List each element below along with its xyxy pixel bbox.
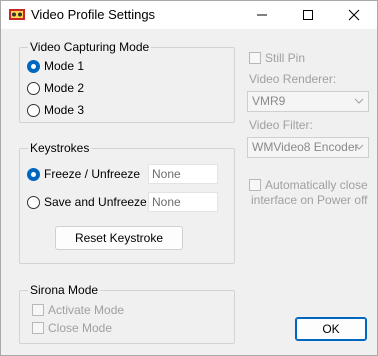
radio-icon — [27, 103, 40, 117]
maximize-button[interactable] — [285, 1, 331, 29]
save-unfreeze-label: Save and Unfreeze — [44, 195, 147, 209]
ok-button[interactable]: OK — [295, 317, 367, 341]
dialog-window: Video Profile Settings Video Capturing M… — [0, 0, 378, 356]
mode-1-label: Mode 1 — [44, 59, 85, 73]
chevron-down-icon — [354, 144, 364, 150]
video-renderer-value: VMR9 — [252, 94, 286, 108]
checkbox-icon — [32, 304, 44, 316]
app-icon — [9, 9, 25, 20]
radio-icon — [27, 195, 40, 209]
keystrokes-legend: Keystrokes — [28, 141, 92, 155]
close-mode-label: Close Mode — [48, 321, 113, 335]
title-bar[interactable]: Video Profile Settings — [1, 1, 377, 29]
reset-keystroke-button[interactable]: Reset Keystroke — [55, 226, 183, 250]
video-renderer-label: Video Renderer: — [249, 72, 337, 86]
video-filter-value: WMVideo8 Encoder — [252, 140, 359, 154]
maximize-icon — [303, 10, 313, 20]
radio-icon — [27, 81, 40, 95]
freeze-keystroke-field[interactable]: None — [148, 164, 218, 184]
freeze-radio[interactable]: Freeze / Unfreeze — [27, 166, 140, 182]
chevron-down-icon — [354, 98, 364, 104]
activate-mode-label: Activate Mode — [48, 303, 125, 317]
checkbox-icon — [32, 322, 44, 334]
mode-3-radio[interactable]: Mode 3 — [27, 102, 84, 118]
radio-selected-icon — [27, 167, 40, 181]
save-unfreeze-radio[interactable]: Save and Unfreeze — [27, 194, 147, 210]
minimize-icon — [257, 14, 267, 16]
auto-close-label-line1: Automatically close — [265, 178, 368, 192]
video-renderer-select[interactable]: VMR9 — [247, 91, 369, 112]
sirona-mode-legend: Sirona Mode — [28, 283, 101, 297]
auto-close-label-line2: interface on Power off — [251, 193, 368, 207]
mode-2-radio[interactable]: Mode 2 — [27, 80, 84, 96]
close-icon — [348, 9, 360, 21]
freeze-label: Freeze / Unfreeze — [44, 167, 141, 181]
mode-3-label: Mode 3 — [44, 103, 85, 117]
capture-mode-legend: Video Capturing Mode — [28, 40, 152, 54]
activate-mode-checkbox[interactable]: Activate Mode — [32, 302, 124, 318]
close-button[interactable] — [331, 1, 377, 29]
mode-1-radio[interactable]: Mode 1 — [27, 58, 84, 74]
video-filter-select[interactable]: WMVideo8 Encoder — [247, 137, 369, 158]
window-title: Video Profile Settings — [31, 7, 156, 22]
video-filter-label: Video Filter: — [249, 118, 313, 132]
radio-selected-icon — [27, 59, 40, 73]
still-pin-label: Still Pin — [265, 51, 306, 65]
minimize-button[interactable] — [239, 1, 285, 29]
checkbox-icon — [249, 52, 261, 64]
still-pin-checkbox[interactable]: Still Pin — [249, 50, 305, 66]
save-keystroke-field[interactable]: None — [148, 192, 218, 212]
mode-2-label: Mode 2 — [44, 81, 85, 95]
checkbox-icon — [249, 179, 261, 191]
auto-close-checkbox[interactable]: Automatically close — [249, 177, 368, 193]
close-mode-checkbox[interactable]: Close Mode — [32, 320, 112, 336]
